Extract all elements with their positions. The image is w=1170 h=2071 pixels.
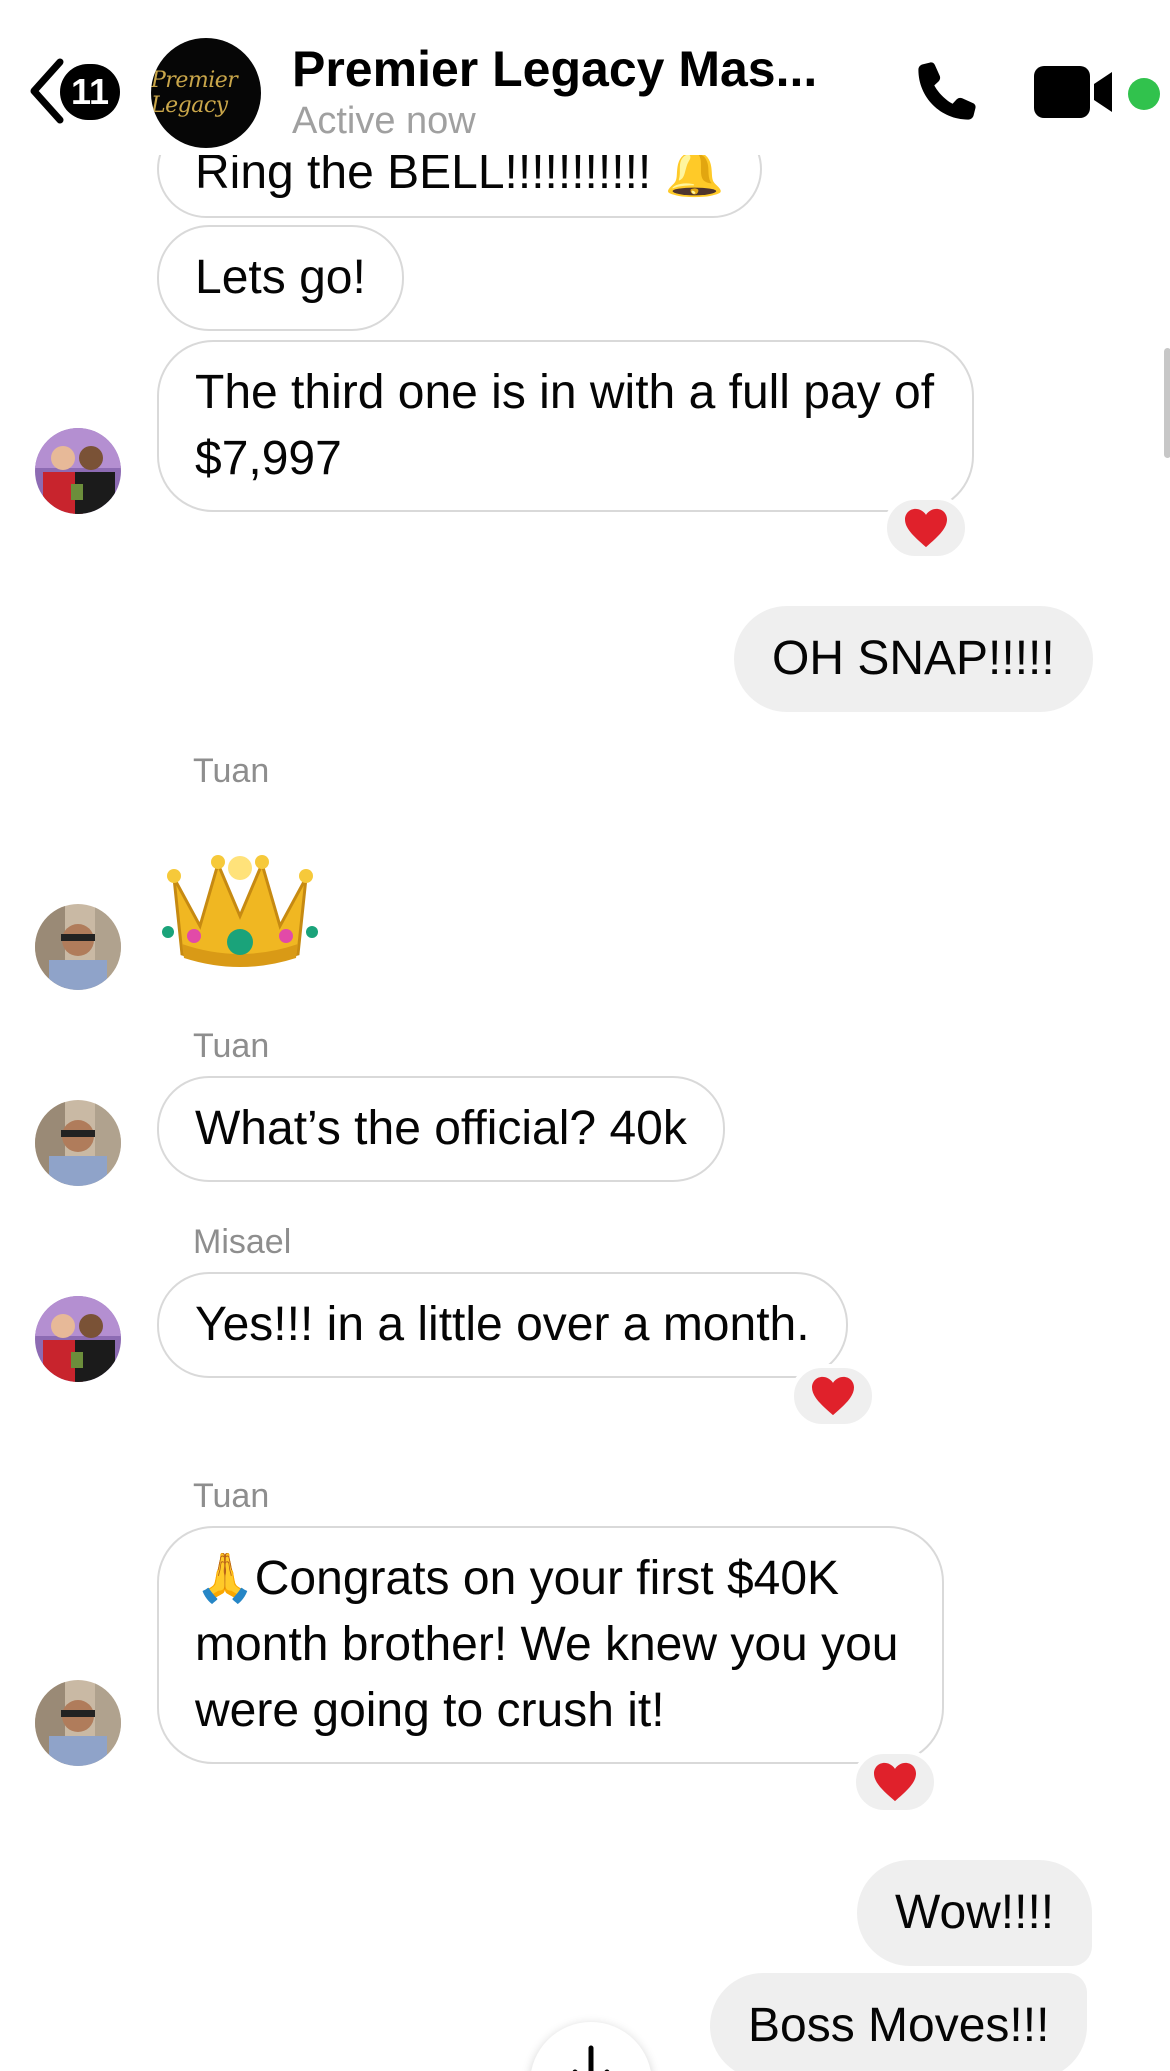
heart-reaction[interactable] — [790, 1364, 876, 1428]
sender-name: Tuan — [193, 1477, 270, 1515]
my-message-bubble[interactable]: Boss Moves!!! — [710, 1973, 1088, 2071]
avatar-tuan[interactable] — [35, 904, 121, 990]
heart-reaction[interactable] — [852, 1750, 938, 1814]
sender-name: Tuan — [193, 1027, 270, 1065]
sender-name: Tuan — [193, 752, 270, 790]
heart-reaction[interactable] — [883, 496, 969, 560]
message-bubble[interactable]: What’s the official? 40k — [157, 1076, 725, 1182]
group-avatar[interactable]: Premier Legacy — [151, 38, 261, 148]
message-text: OH SNAP!!!!! — [772, 632, 1055, 685]
unread-count-badge[interactable]: 11 — [60, 64, 120, 120]
video-call-icon[interactable] — [1034, 64, 1114, 120]
scrollbar[interactable] — [1164, 348, 1170, 458]
scroll-to-bottom-button[interactable] — [530, 2022, 652, 2071]
crown-emoji-message[interactable] — [160, 836, 320, 976]
chat-header: 11 Premier Legacy Premier Legacy Mas... … — [0, 0, 1170, 155]
message-text: Lets go! — [195, 251, 366, 304]
phone-call-icon[interactable] — [910, 56, 982, 128]
message-list[interactable]: Ring the BELL!!!!!!!!!!! 🔔 Lets go! The … — [0, 0, 1170, 2071]
message-bubble[interactable]: Yes!!! in a little over a month. — [157, 1272, 848, 1378]
message-text: 🙏Congrats on your first $40K month broth… — [195, 1552, 899, 1737]
active-status: Active now — [292, 100, 476, 142]
my-message-bubble[interactable]: OH SNAP!!!!! — [734, 606, 1093, 712]
message-text: The third one is in with a full pay of $… — [195, 366, 935, 485]
heart-icon — [812, 1376, 854, 1416]
avatar-misael[interactable] — [35, 1296, 121, 1382]
message-bubble[interactable]: The third one is in with a full pay of $… — [157, 340, 974, 512]
heart-icon — [905, 508, 947, 548]
chat-screen: Ring the BELL!!!!!!!!!!! 🔔 Lets go! The … — [0, 0, 1170, 2071]
chat-title[interactable]: Premier Legacy Mas... — [292, 40, 817, 98]
message-text: Boss Moves!!! — [748, 1999, 1050, 2052]
heart-icon — [874, 1762, 916, 1802]
arrow-down-icon — [572, 2045, 610, 2071]
message-text: Yes!!! in a little over a month. — [195, 1298, 810, 1351]
message-bubble[interactable]: Lets go! — [157, 225, 404, 331]
group-logo: Premier Legacy — [151, 68, 238, 118]
avatar-tuan[interactable] — [35, 1680, 121, 1766]
avatar-misael[interactable] — [35, 428, 121, 514]
message-text: What’s the official? 40k — [195, 1102, 687, 1155]
message-text: Wow!!!! — [895, 1886, 1055, 1939]
message-bubble[interactable]: 🙏Congrats on your first $40K month broth… — [157, 1526, 944, 1764]
avatar-tuan[interactable] — [35, 1100, 121, 1186]
my-message-bubble[interactable]: Wow!!!! — [857, 1860, 1093, 1966]
sender-name: Misael — [193, 1223, 292, 1261]
crown-icon — [162, 855, 318, 967]
online-indicator — [1128, 78, 1160, 110]
